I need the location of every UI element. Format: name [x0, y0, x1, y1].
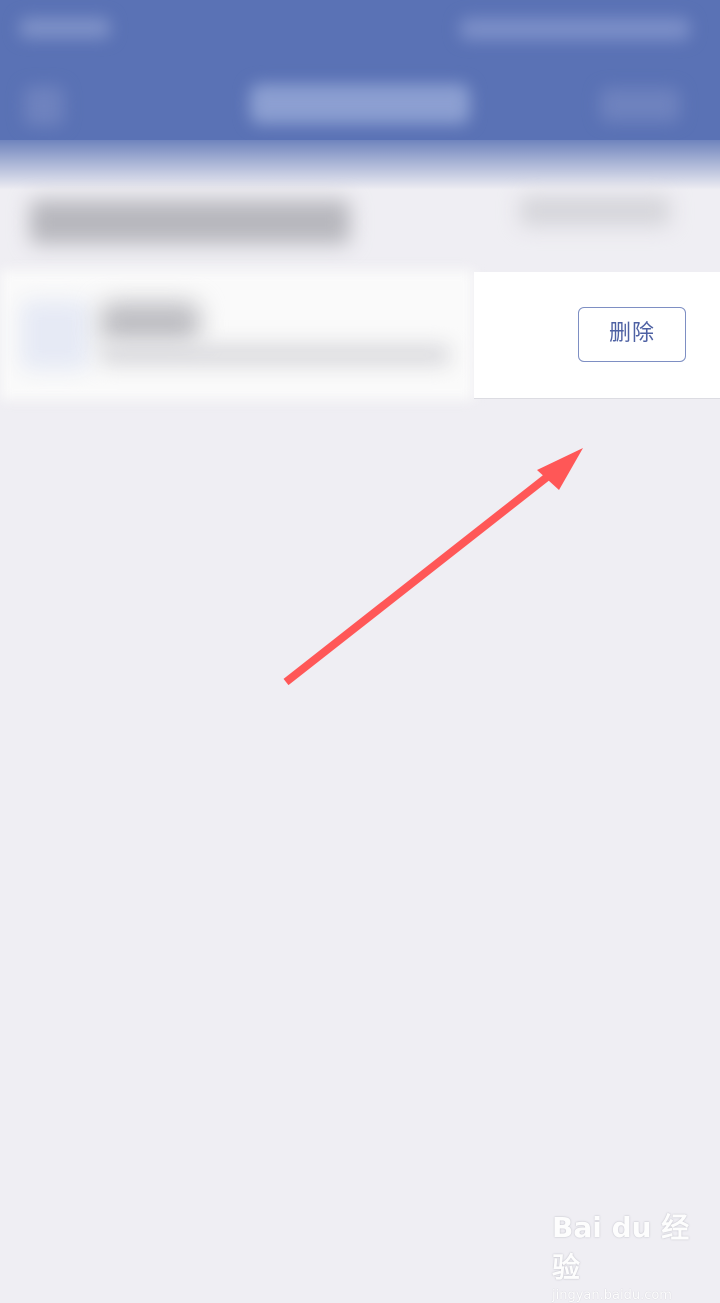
watermark-logo: Bai du 经验	[552, 1211, 690, 1284]
section-extra	[520, 196, 670, 226]
page-title	[250, 84, 470, 124]
status-bar-left	[20, 18, 110, 38]
baidu-jingyan-watermark: Bai du 经验 jingyan.baidu.com	[552, 1206, 702, 1303]
back-icon[interactable]	[24, 86, 64, 126]
swipe-action-panel: 删除	[474, 272, 720, 399]
list-item-subtitle	[100, 345, 450, 365]
list-item-title	[100, 302, 200, 342]
status-bar-right	[460, 18, 690, 40]
delete-button[interactable]: 删除	[578, 307, 686, 362]
header-action[interactable]	[600, 88, 680, 122]
app-header	[0, 0, 720, 160]
section-heading	[30, 200, 350, 244]
avatar	[20, 300, 90, 370]
header-fade	[0, 140, 720, 190]
annotation-arrow-icon	[283, 448, 583, 686]
watermark-url: jingyan.baidu.com	[552, 1288, 672, 1303]
